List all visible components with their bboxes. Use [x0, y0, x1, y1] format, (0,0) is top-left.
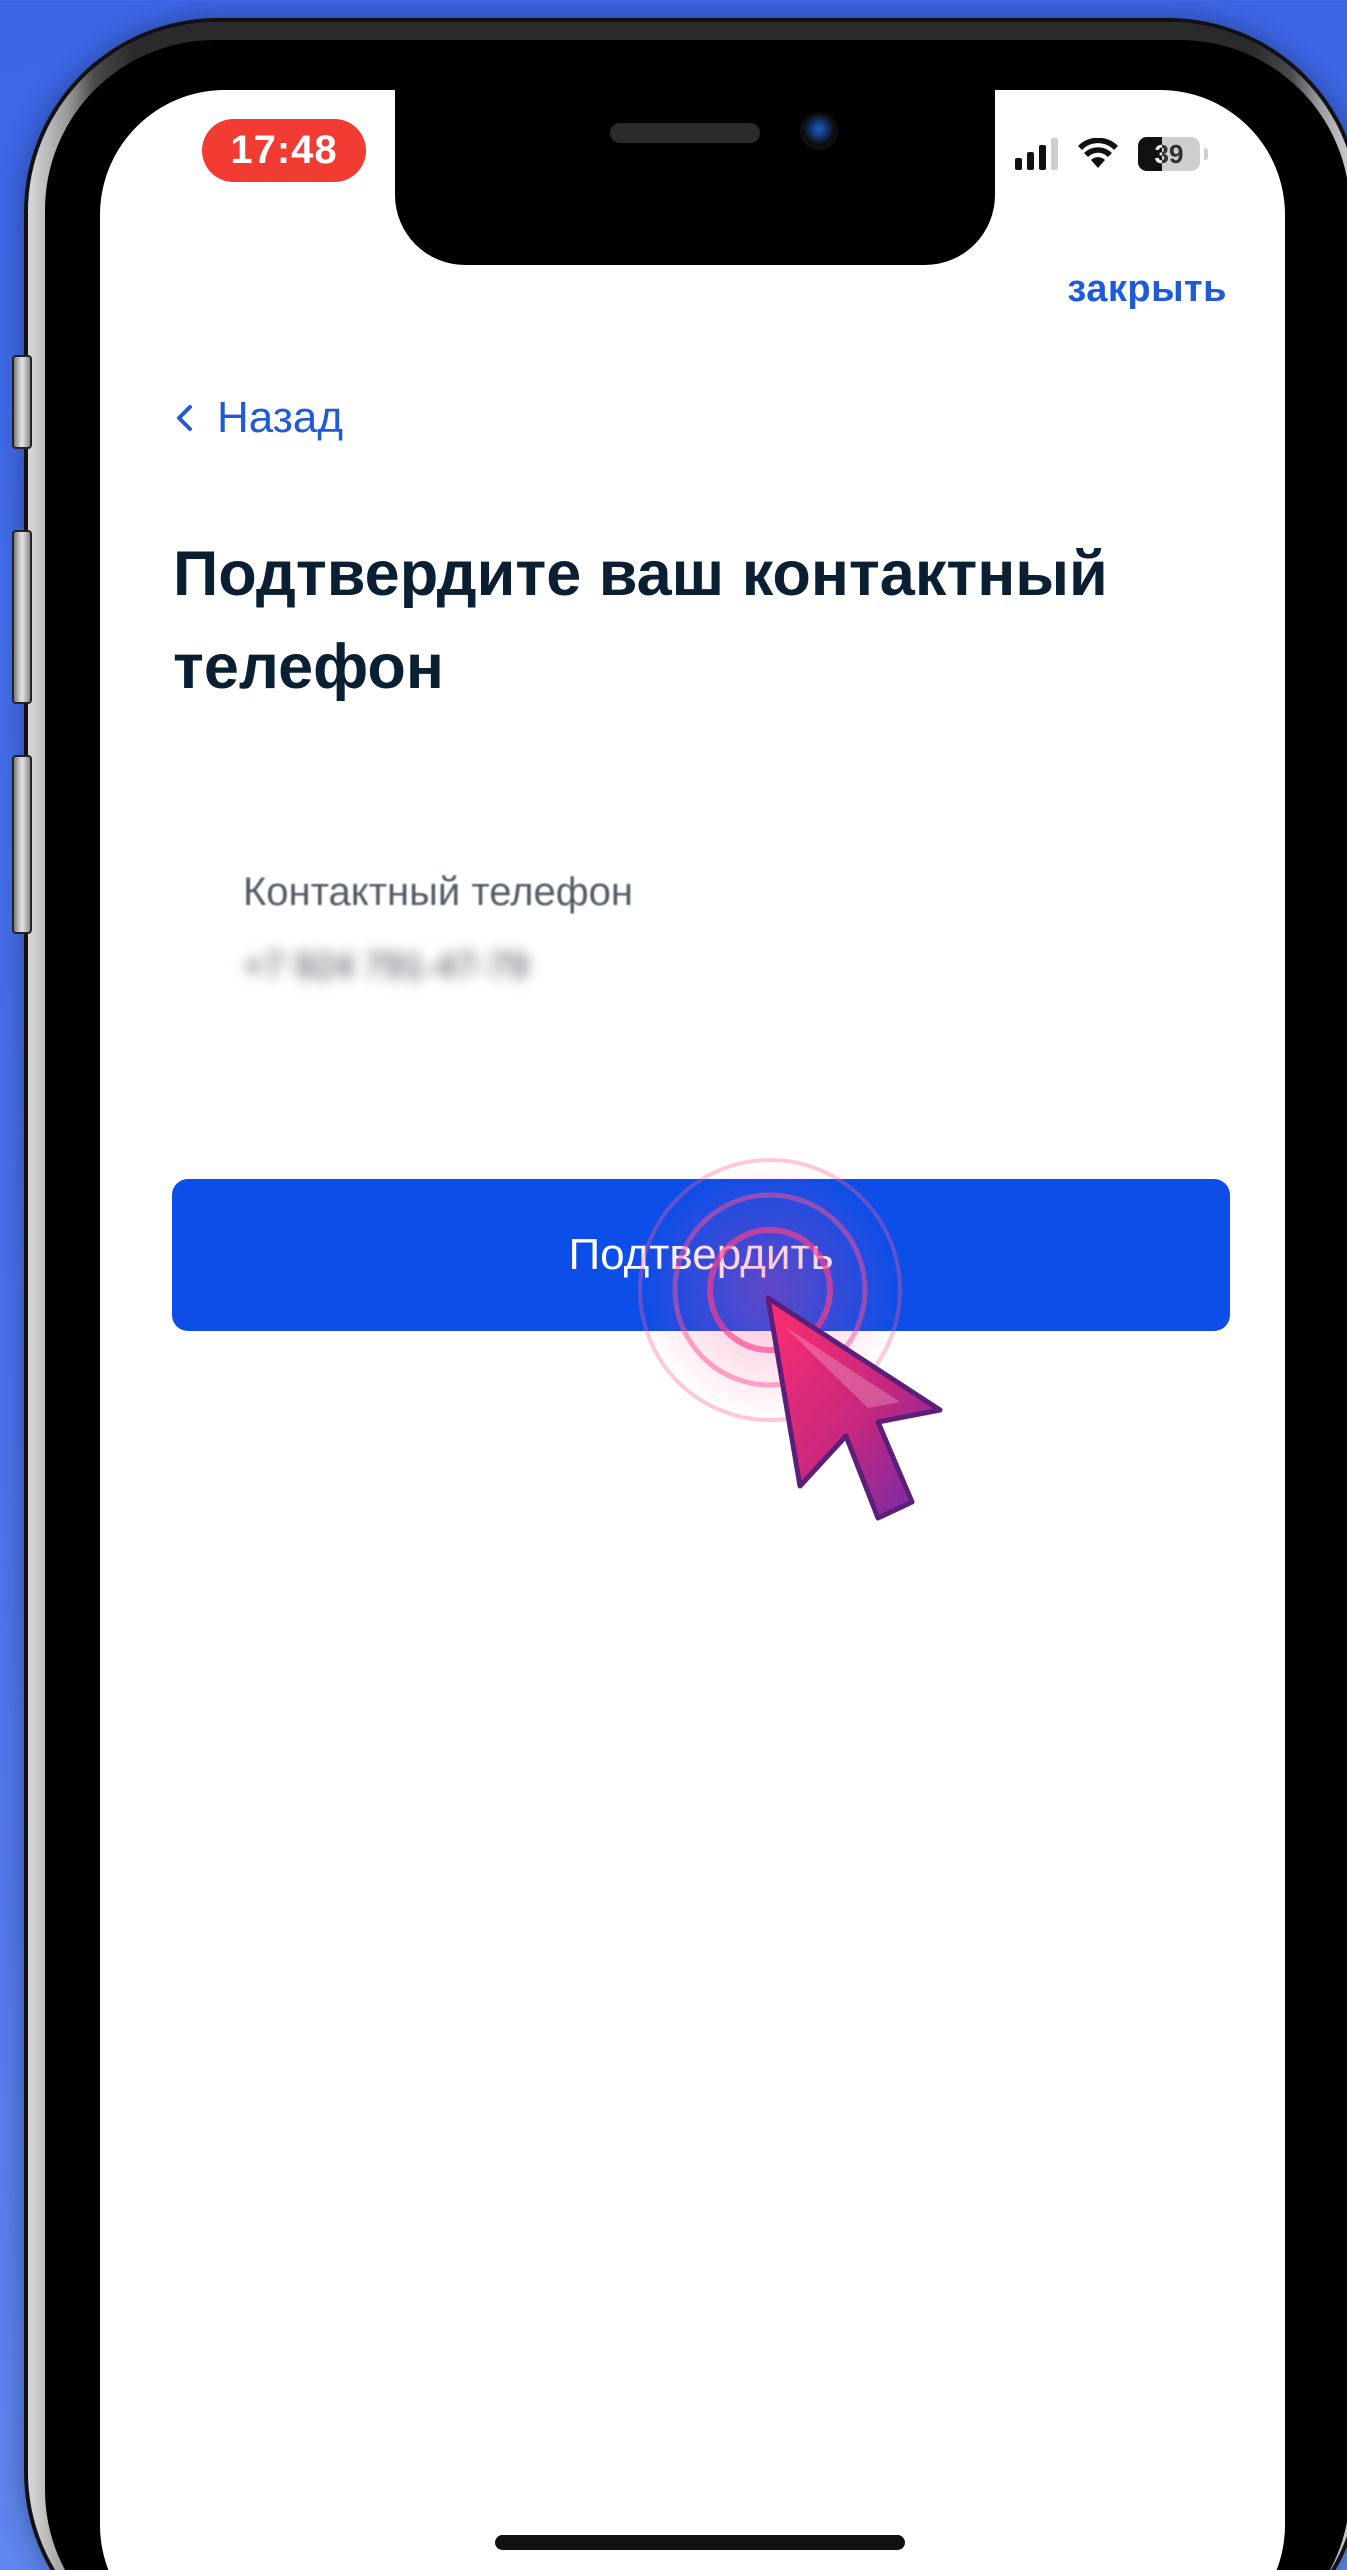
front-camera: [800, 112, 838, 150]
notch: [395, 90, 995, 265]
back-link-label: Назад: [217, 393, 344, 442]
back-link[interactable]: Назад: [173, 393, 343, 443]
phone-side-button-mute: [12, 355, 32, 449]
close-link[interactable]: закрыть: [1067, 268, 1227, 311]
battery-percent: 39: [1154, 139, 1184, 169]
phone-side-button-volume-up: [12, 530, 32, 704]
phone-screen: 17:48 39 закрыть Назад Подтвердите ваш к…: [100, 90, 1285, 2570]
wifi-icon: [1078, 138, 1118, 168]
status-time: 17:48: [202, 119, 366, 182]
phone-side-button-volume-down: [12, 755, 32, 934]
contact-phone-value: +7 924 791-47-79: [243, 945, 529, 986]
contact-phone-label: Контактный телефон: [243, 870, 633, 914]
battery-icon: 39: [1138, 137, 1208, 171]
signal-icon: [1015, 138, 1058, 170]
status-icons: 39: [1015, 126, 1208, 182]
home-indicator: [495, 2535, 905, 2550]
speaker-grille: [610, 123, 760, 143]
chevron-left-icon: [177, 405, 192, 431]
page-title: Подтвердите ваш контактный телефон: [173, 539, 1108, 702]
confirm-button[interactable]: Подтвердить: [172, 1179, 1230, 1331]
contact-phone-field: Контактный телефон +7 924 791-47-79: [243, 870, 633, 987]
